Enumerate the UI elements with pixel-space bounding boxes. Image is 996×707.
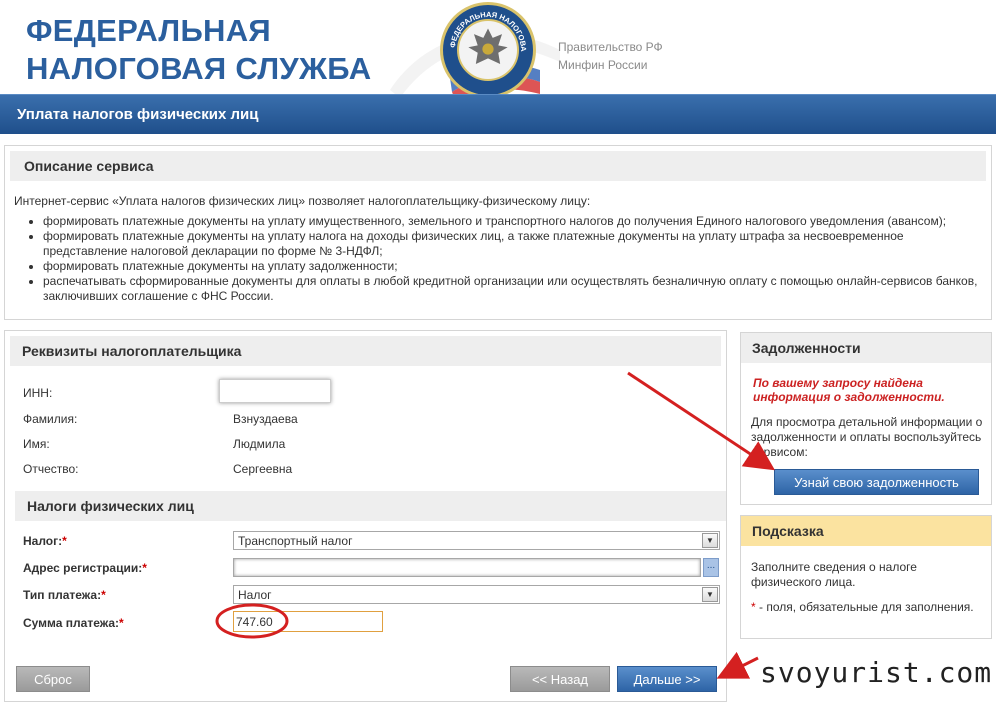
surname-value: Взнуздаева (233, 412, 298, 426)
debts-found-message: По вашему запросу найдена информация о з… (753, 376, 945, 404)
patronymic-value: Сергеевна (233, 462, 293, 476)
chevron-down-icon[interactable]: ▼ (702, 587, 718, 602)
list-item: распечатывать сформированные документы д… (43, 274, 978, 304)
surname-label: Фамилия: (23, 412, 78, 426)
payment-type-label-text: Тип платежа: (23, 588, 102, 602)
address-label-text: Адрес регистрации: (23, 561, 143, 575)
taxes-heading: Налоги физических лиц (15, 491, 726, 521)
hint-heading: Подсказка (741, 516, 991, 546)
list-item: формировать платежные документы на уплат… (43, 214, 978, 229)
list-item: формировать платежные документы на уплат… (43, 229, 978, 259)
address-label: Адрес регистрации:* (23, 561, 147, 575)
gov-link-minfin[interactable]: Минфин России (558, 56, 663, 74)
name-label: Имя: (23, 437, 50, 451)
government-links: Правительство РФ Минфин России (558, 38, 663, 74)
payment-type-label: Тип платежа:* (23, 588, 106, 602)
reset-button[interactable]: Сброс (16, 666, 90, 692)
address-input[interactable] (233, 558, 701, 577)
payment-type-value: Налог (238, 588, 272, 602)
next-button[interactable]: Дальше >> (617, 666, 717, 692)
taxpayer-form-panel: Реквизиты налогоплательщика ИНН: Фамилия… (4, 330, 727, 702)
site-watermark: svoyurist.com (760, 656, 993, 689)
brand-line-2: НАЛОГОВАЯ СЛУЖБА (26, 51, 372, 86)
fns-brand-title[interactable]: ФЕДЕРАЛЬНАЯ НАЛОГОВАЯ СЛУЖБА (26, 12, 371, 88)
debts-description: Для просмотра детальной информации о зад… (751, 415, 983, 459)
required-mark: * (119, 616, 124, 630)
hint-text: Заполните сведения о налоге физического … (751, 560, 917, 589)
tax-select[interactable]: Транспортный налог ▼ (233, 531, 720, 550)
debts-panel: Задолженности По вашему запросу найдена … (740, 332, 992, 505)
brand-line-1: ФЕДЕРАЛЬНАЯ (26, 13, 272, 48)
payment-type-select[interactable]: Налог ▼ (233, 585, 720, 604)
page-title: Уплата налогов физических лиц (17, 106, 259, 123)
amount-label: Сумма платежа:* (23, 616, 124, 630)
service-title-bar: Уплата налогов физических лиц (0, 94, 996, 134)
tax-label-text: Налог: (23, 534, 63, 548)
back-button[interactable]: << Назад (510, 666, 610, 692)
tax-label: Налог:* (23, 534, 67, 548)
patronymic-label: Отчество: (23, 462, 79, 476)
debts-heading: Задолженности (741, 333, 991, 363)
description-intro: Интернет-сервис «Уплата налогов физическ… (14, 194, 591, 208)
fns-emblem-icon[interactable]: ФЕДЕРАЛЬНАЯ НАЛОГОВАЯ СЛУЖБА (440, 2, 536, 98)
hint-panel: Подсказка Заполните сведения о налоге фи… (740, 515, 992, 639)
inn-label: ИНН: (23, 386, 53, 400)
required-mark: * (142, 561, 147, 575)
hint-required-note: * - поля, обязательные для заполнения. (751, 600, 987, 615)
tax-select-value: Транспортный налог (238, 534, 353, 548)
description-list: формировать платежные документы на уплат… (43, 214, 978, 304)
inn-value (219, 379, 331, 403)
chevron-down-icon[interactable]: ▼ (702, 533, 718, 548)
required-mark: * (62, 534, 67, 548)
address-picker-button[interactable]: ... (703, 558, 719, 577)
amount-label-text: Сумма платежа: (23, 616, 120, 630)
list-item: формировать платежные документы на уплат… (43, 259, 978, 274)
check-debt-button[interactable]: Узнай свою задолженность (774, 469, 979, 495)
hint-note-text: - поля, обязательные для заполнения. (755, 600, 974, 614)
name-value: Людмила (233, 437, 286, 451)
required-mark: * (101, 588, 106, 602)
annotation-arrow-icon (716, 651, 759, 679)
site-header: ФЕДЕРАЛЬНАЯ НАЛОГОВАЯ СЛУЖБА ФЕДЕРАЛЬНАЯ… (0, 0, 996, 100)
taxpayer-heading: Реквизиты налогоплательщика (10, 336, 721, 366)
amount-input[interactable]: 747.60 (233, 611, 383, 632)
double-eagle-icon (457, 19, 519, 81)
description-heading: Описание сервиса (10, 151, 986, 181)
gov-link-government[interactable]: Правительство РФ (558, 38, 663, 56)
service-description-panel: Описание сервиса Интернет-сервис «Уплата… (4, 145, 992, 320)
